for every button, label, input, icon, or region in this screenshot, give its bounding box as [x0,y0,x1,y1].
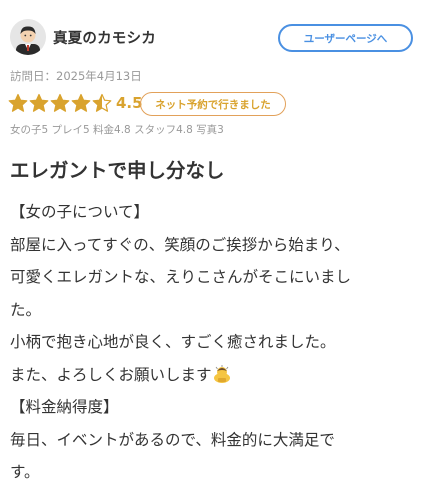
rating-row: 4.5 ネット予約で行きました [8,92,418,116]
review-body: 【女の子について】 部屋に入ってすぐの、笑顔のご挨拶から始まり、 可愛くエレガン… [10,196,418,480]
star-full-icon [29,93,49,112]
review-line: す。 [10,463,40,480]
review-line: 【料金納得度】 [10,398,119,416]
review-line: 部屋に入ってすぐの、笑顔のご挨拶から始まり、 [10,235,350,254]
star-full-icon [8,93,28,112]
star-half-icon [92,93,112,112]
avatar[interactable] [10,19,46,55]
username[interactable]: 真夏のカモシカ [53,27,156,48]
star-full-icon [50,93,70,112]
review-title: エレガントで申し分なし [10,159,225,182]
bowing-person-icon [212,363,232,383]
review-line: た。 [10,300,42,319]
review-line: 小柄で抱き心地が良く、すごく癒されました。 [10,333,336,351]
review-line: また、よろしくお願いします [10,365,212,384]
user-page-button[interactable]: ユーザーページへ [278,24,413,52]
star-rating [8,93,112,113]
review-line: 【女の子について】 [10,203,150,221]
rating-score: 4.5 [116,94,143,112]
review-line: 可愛くエレガントな、えりこさんがそこにいまし [10,268,352,286]
online-reservation-badge: ネット予約で行きました [140,92,286,116]
review-line: 毎日、イベントがあるので、料金的に大満足で [10,430,335,449]
sub-scores: 女の子5 プレイ5 料金4.8 スタッフ4.8 写真3 [10,124,224,136]
review-line-with-emoji: また、よろしくお願いします [10,359,418,392]
review-header: 真夏のカモシカ ユーザーページへ [0,0,428,62]
visit-date: 訪問日：2025年4月13日 [10,69,142,83]
star-full-icon [71,93,91,112]
